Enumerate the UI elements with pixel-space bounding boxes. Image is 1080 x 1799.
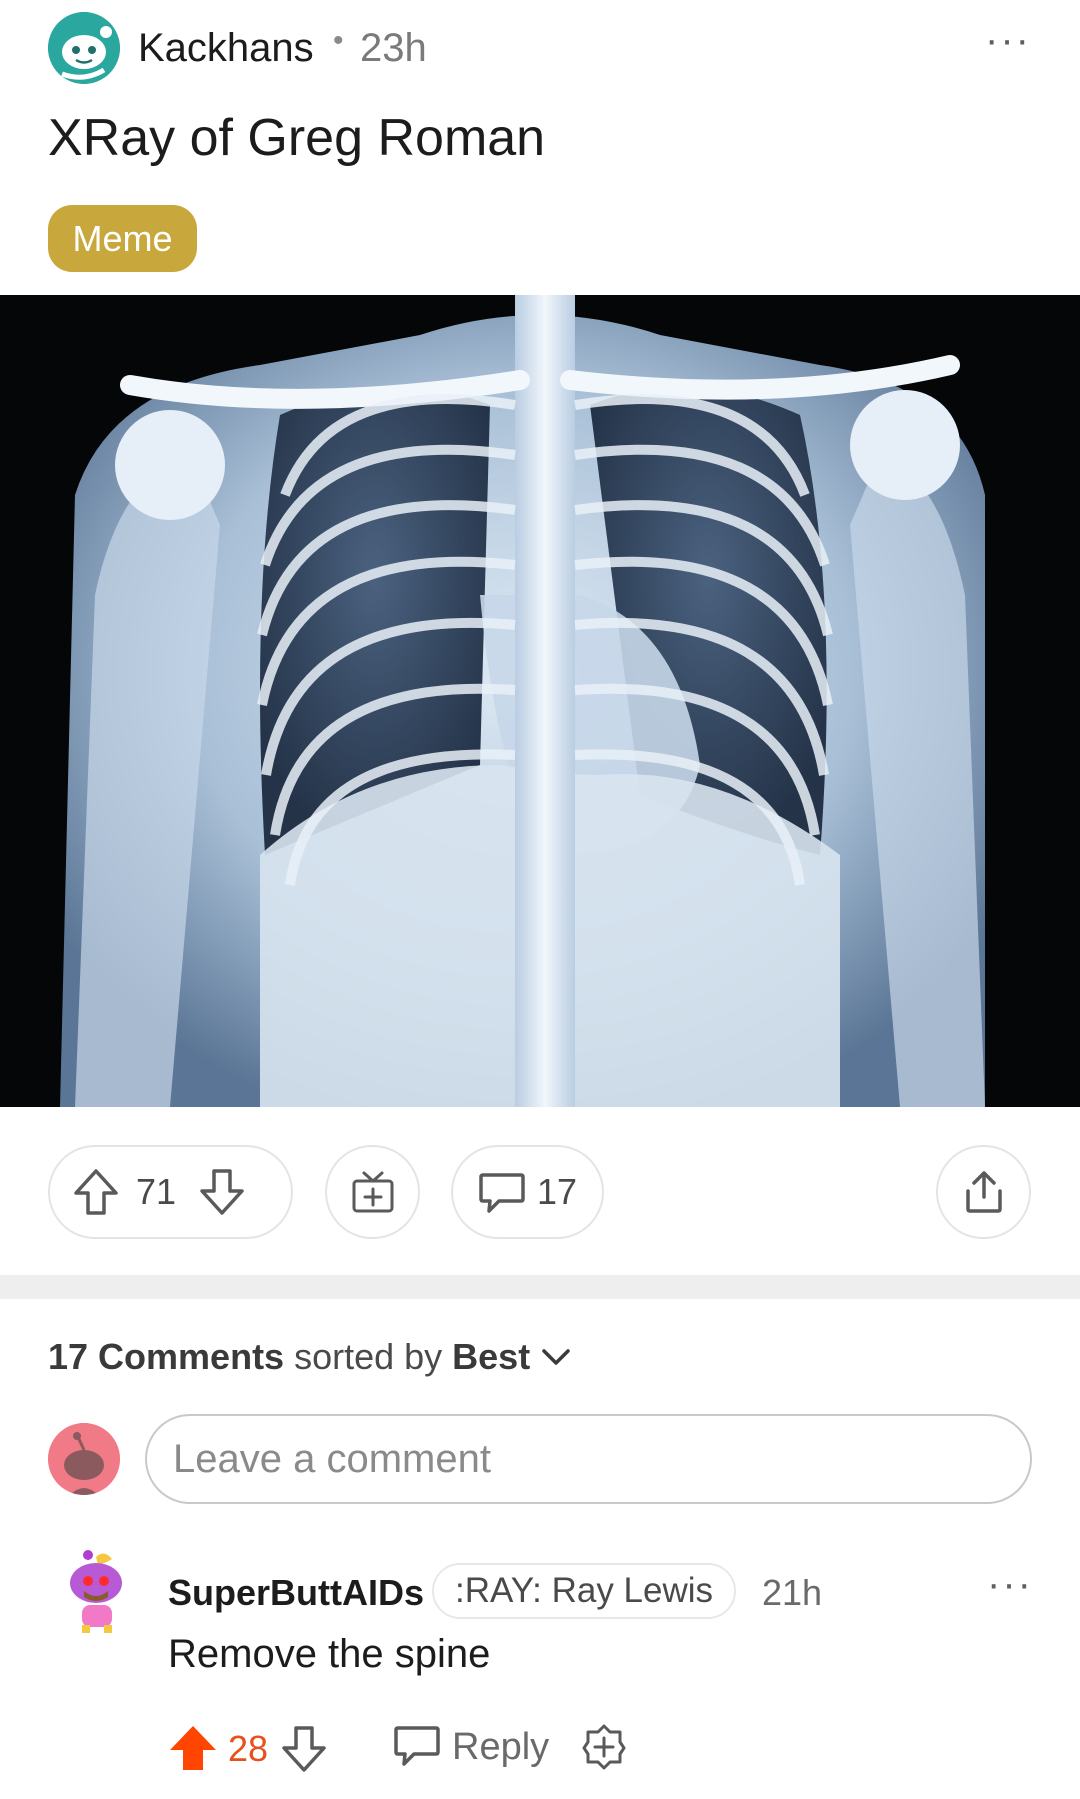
comment-score: 28 xyxy=(228,1728,269,1769)
reply-button[interactable]: Reply xyxy=(452,1726,549,1769)
award-button[interactable] xyxy=(325,1145,420,1239)
vote-pill: 71 xyxy=(48,1145,293,1239)
comment-age: 21h xyxy=(762,1572,823,1613)
comment-author[interactable]: SuperButtAIDs xyxy=(168,1572,424,1614)
commenter-avatar[interactable] xyxy=(58,1547,134,1635)
post-more-options-icon[interactable]: ··· xyxy=(985,18,1031,63)
comment-bubble-icon xyxy=(477,1169,527,1215)
reply-icon[interactable] xyxy=(392,1722,442,1773)
post-flair[interactable]: Meme xyxy=(48,205,197,272)
current-user-avatar xyxy=(48,1423,120,1495)
share-button[interactable] xyxy=(936,1145,1031,1239)
post-age: 23h xyxy=(360,26,427,70)
section-divider xyxy=(0,1275,1080,1299)
post-score: 71 xyxy=(136,1171,177,1212)
sort-value[interactable]: Best xyxy=(452,1336,530,1378)
comment-user-flair: :RAY: Ray Lewis xyxy=(432,1563,736,1619)
comment-upvote-icon[interactable] xyxy=(168,1724,218,1777)
author-username[interactable]: Kackhans xyxy=(138,26,314,71)
upvote-icon[interactable] xyxy=(72,1167,120,1217)
chevron-down-icon[interactable] xyxy=(540,1345,572,1369)
comment-more-options-icon[interactable]: ··· xyxy=(987,1562,1033,1607)
comments-count: 17 xyxy=(537,1171,578,1212)
post-image-xray[interactable] xyxy=(0,295,1080,1107)
share-icon xyxy=(962,1169,1006,1215)
author-avatar[interactable] xyxy=(48,12,120,84)
post-title: XRay of Greg Roman xyxy=(48,109,546,167)
downvote-icon[interactable] xyxy=(198,1167,246,1217)
separator-dot: • xyxy=(333,24,344,57)
comments-count-label: 17 Comments xyxy=(48,1336,285,1377)
comments-button[interactable]: 17 xyxy=(451,1145,604,1239)
comments-sort-bar[interactable]: 17 Comments sorted by Best xyxy=(48,1336,572,1378)
comment-award-icon[interactable] xyxy=(580,1722,628,1775)
comment-downvote-icon[interactable] xyxy=(280,1724,328,1777)
gift-icon xyxy=(350,1169,396,1215)
leave-comment-input[interactable]: Leave a comment xyxy=(145,1414,1032,1504)
comment-body: Remove the spine xyxy=(168,1632,491,1676)
sorted-by-label: sorted by xyxy=(294,1336,443,1377)
